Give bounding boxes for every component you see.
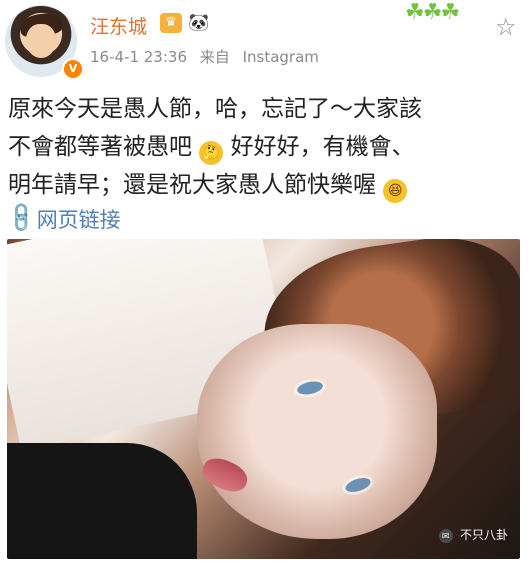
laughing-face-icon: 😆 (383, 179, 408, 203)
username[interactable]: 汪东城 (90, 12, 147, 39)
post-image[interactable]: ✉ 不只八卦 (7, 239, 520, 559)
watermark-icon: ✉ (438, 529, 453, 543)
watermark: ✉ 不只八卦 (438, 526, 508, 543)
thinking-face-icon: 🤔 (199, 141, 224, 165)
avatar-face (26, 24, 56, 58)
photo-face (197, 324, 437, 539)
source-prefix: 来自 (199, 48, 230, 66)
star-icon[interactable]: ☆ (495, 14, 521, 40)
photo-shirt (7, 443, 197, 559)
avatar[interactable]: V (6, 6, 84, 80)
crown-icon: ♛ (160, 13, 182, 33)
post-text: 原來今天是愚人節，哈，忘記了～大家該 不會都等著被愚吧 🤔 好好好，有機會、 明… (8, 90, 523, 204)
post-line-1: 原來今天是愚人節，哈，忘記了～大家該 (8, 96, 422, 122)
post-line-2: 不會都等著被愚吧 🤔 好好好，有機會、 (8, 128, 523, 166)
post-time: 16-4-1 23:36 (90, 48, 187, 66)
source-link[interactable]: Instagram (243, 48, 319, 66)
clover-icon: ☘☘☘ (405, 0, 460, 25)
verified-icon: V (62, 58, 84, 80)
web-link[interactable]: 🔗 网页链接 (4, 200, 121, 235)
panda-icon: 🐼 (188, 13, 210, 33)
link-icon: 🔗 (3, 199, 40, 235)
post-line-3: 明年請早；還是祝大家愚人節快樂喔 😆 (8, 166, 523, 204)
post-meta: 16-4-1 23:36 来自 Instagram (90, 46, 327, 67)
